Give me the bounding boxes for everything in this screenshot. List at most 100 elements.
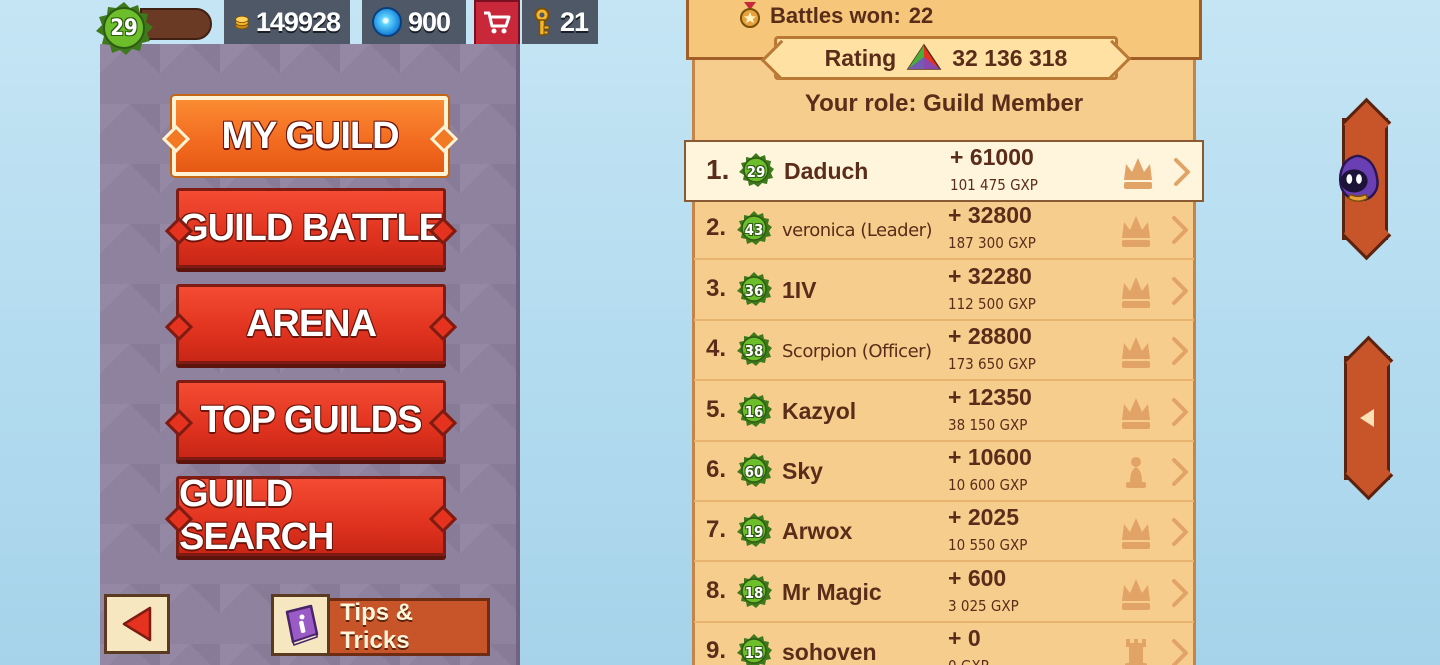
member-row[interactable]: 4. 38 Scorpion (Officer) + 28800 173 650 GXP <box>694 321 1194 382</box>
rating-pyramid-icon <box>906 43 942 70</box>
chevron-right-icon[interactable] <box>1170 396 1190 428</box>
member-points: + 2025 <box>948 504 1019 531</box>
arena-button[interactable]: ARENA <box>176 284 446 364</box>
crown-icon <box>1122 518 1150 550</box>
crown-icon <box>1122 276 1150 308</box>
member-role-icon <box>1112 573 1160 613</box>
crown-icon <box>1124 158 1152 189</box>
guild-battle-button[interactable]: GUILD BATTLE <box>176 188 446 268</box>
hero-side-tab[interactable] <box>1338 118 1388 240</box>
member-level: 60 <box>744 463 764 481</box>
member-role-icon <box>1112 392 1160 432</box>
your-role-text: Your role: Guild Member <box>804 90 1084 117</box>
member-row[interactable]: 1. 29 Daduch + 61000 101 475 GXP <box>684 140 1204 202</box>
member-gxp: 38 150 GXP <box>948 415 1028 434</box>
member-row[interactable]: 3. 36 1IV + 32280 112 500 GXP <box>694 261 1194 321</box>
member-name: Kazyol <box>782 397 857 424</box>
member-gxp: 10 600 GXP <box>948 476 1028 494</box>
member-role-icon <box>1112 271 1160 311</box>
keys-counter[interactable]: 21 <box>522 0 598 44</box>
member-role-icon <box>1112 633 1160 665</box>
player-level-text: 29 <box>110 15 138 41</box>
member-points: + 10600 <box>948 444 1032 470</box>
member-points: + 600 <box>948 564 1007 591</box>
guild-rating-banner: Rating 32 136 318 <box>774 36 1118 80</box>
member-level-badge: 60 <box>734 452 774 492</box>
member-points: + 0 <box>948 625 981 652</box>
chevron-right-icon[interactable] <box>1170 214 1190 246</box>
tips-and-tricks-button[interactable]: Tips & Tricks <box>271 594 490 656</box>
member-level-badge: 29 <box>736 152 776 192</box>
member-rank: 2. <box>706 214 727 242</box>
crown-icon <box>1122 397 1150 429</box>
member-row[interactable]: 7. 19 Arwox + 2025 10 550 GXP <box>694 502 1194 563</box>
member-rank: 5. <box>706 395 727 423</box>
member-name: Scorpion (Officer) <box>782 341 932 363</box>
battles-won: Battles won: 22 <box>738 0 933 32</box>
guild-battle-label: GUILD BATTLE <box>179 206 444 249</box>
member-role-icon <box>1114 152 1162 192</box>
member-level: 18 <box>744 583 764 602</box>
member-row[interactable]: 2. 43 veronica (Leader) + 32800 187 300 GXP <box>694 200 1194 261</box>
chevron-right-icon[interactable] <box>1170 577 1190 609</box>
chevron-right-icon[interactable] <box>1170 637 1190 665</box>
top-guilds-label: TOP GUILDS <box>200 398 423 441</box>
member-name: Arwox <box>782 518 853 545</box>
member-points: + 32800 <box>948 202 1032 229</box>
member-row[interactable]: 5. 16 Kazyol + 12350 38 150 GXP <box>694 382 1194 442</box>
coins-value: 149928 <box>255 6 341 37</box>
member-rank: 4. <box>706 335 727 363</box>
member-gxp: 10 550 GXP <box>948 536 1028 555</box>
pawn-icon <box>1126 457 1146 488</box>
battles-won-label: Battles won: <box>770 3 901 28</box>
member-name: Sky <box>782 458 823 484</box>
member-gxp: 0 GXP <box>948 657 989 665</box>
member-name: Mr Magic <box>782 578 882 605</box>
chevron-right-icon[interactable] <box>1170 516 1190 548</box>
member-level: 29 <box>746 163 766 181</box>
member-level-badge: 19 <box>734 512 774 552</box>
member-row[interactable]: 6. 60 Sky + 10600 10 600 GXP <box>694 442 1194 502</box>
top-guilds-button[interactable]: TOP GUILDS <box>176 380 446 460</box>
rating-label: Rating <box>824 44 897 71</box>
member-level-badge: 43 <box>734 210 774 250</box>
coins-counter[interactable]: 149928 <box>224 0 350 44</box>
chevron-right-icon[interactable] <box>1170 335 1190 367</box>
chevron-right-icon[interactable] <box>1170 275 1190 307</box>
my-guild-button[interactable]: MY GUILD <box>172 96 448 176</box>
member-level: 36 <box>744 281 764 300</box>
member-gxp: 101 475 GXP <box>950 176 1038 194</box>
member-row[interactable]: 8. 18 Mr Magic + 600 3 025 GXP <box>694 563 1194 623</box>
tips-and-tricks-label: Tips & Tricks <box>340 599 414 654</box>
member-points: + 12350 <box>948 383 1032 410</box>
member-points: + 61000 <box>950 144 1034 170</box>
collapse-side-tab[interactable] <box>1344 356 1390 480</box>
guild-search-button[interactable]: GUILD SEARCH <box>176 473 446 558</box>
member-level-badge: 38 <box>734 331 774 371</box>
member-level-badge: 16 <box>734 392 774 432</box>
member-gxp: 112 500 GXP <box>948 294 1036 313</box>
crown-icon <box>1122 216 1150 248</box>
member-gxp: 3 025 GXP <box>948 596 1019 615</box>
member-level: 15 <box>744 644 764 663</box>
member-role-icon <box>1112 512 1160 552</box>
member-role-icon <box>1112 452 1160 492</box>
guild-search-label: GUILD SEARCH <box>179 473 334 558</box>
gems-counter[interactable]: 900 <box>362 0 466 44</box>
member-level: 43 <box>744 221 764 240</box>
shop-cart-button[interactable] <box>474 0 520 46</box>
cart-icon <box>484 11 511 34</box>
member-rank: 9. <box>706 637 727 665</box>
back-button[interactable] <box>104 594 170 654</box>
key-icon <box>534 7 550 36</box>
member-level-badge: 15 <box>734 633 774 665</box>
member-role-icon <box>1112 331 1160 371</box>
crown-icon <box>1122 578 1150 610</box>
rating-value: 32 136 318 <box>952 44 1068 71</box>
member-role-icon <box>1112 210 1160 250</box>
member-row[interactable]: 9. 15 sohoven + 0 0 GXP <box>694 623 1194 665</box>
player-level-badge[interactable]: 29 <box>92 0 156 56</box>
chevron-right-icon[interactable] <box>1172 156 1192 188</box>
my-guild-label: MY GUILD <box>221 114 399 157</box>
chevron-right-icon[interactable] <box>1170 456 1190 488</box>
